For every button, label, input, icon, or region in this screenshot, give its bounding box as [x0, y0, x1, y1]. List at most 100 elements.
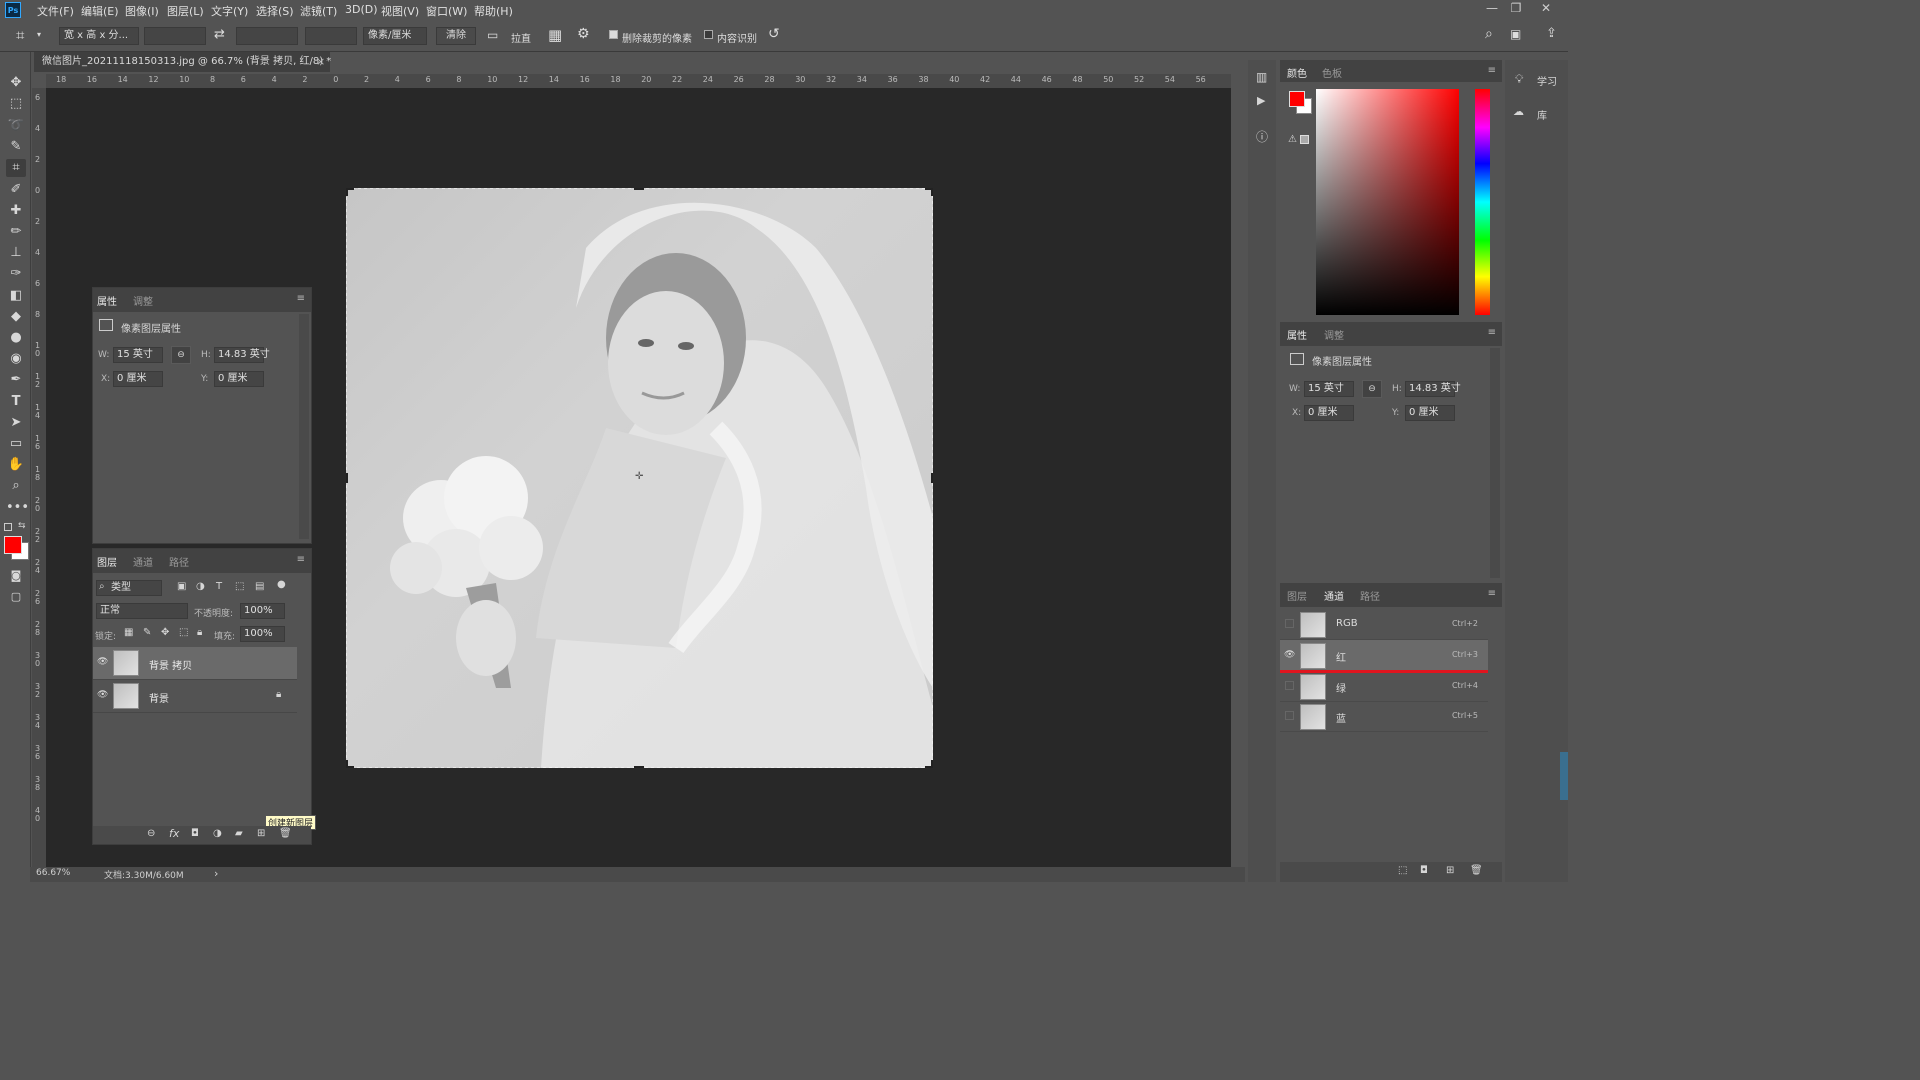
eyedropper-tool-icon[interactable]: ✐ — [6, 181, 26, 199]
actions-play-icon[interactable]: ▶ — [1257, 94, 1265, 107]
more-tools-icon[interactable]: ••• — [6, 499, 29, 517]
resolution-input[interactable] — [305, 27, 357, 45]
crop-handle-right[interactable] — [931, 473, 933, 483]
learn-label[interactable]: 学习 — [1537, 73, 1557, 88]
grid-overlay-icon[interactable]: ▦ — [548, 26, 562, 44]
lock-position-icon[interactable]: ✥ — [161, 627, 169, 638]
layer-name[interactable]: 背景 拷贝 — [149, 657, 192, 672]
path-selection-tool-icon[interactable]: ➤ — [6, 414, 26, 432]
menu-layer[interactable]: 图层(L) — [167, 3, 204, 19]
status-menu-arrow-icon[interactable]: › — [214, 867, 218, 880]
layer-filter-select[interactable]: 类型 — [96, 580, 162, 596]
y-field[interactable]: 0 厘米 — [214, 371, 264, 387]
cloud-library-icon[interactable]: ☁ — [1513, 105, 1524, 118]
lasso-tool-icon[interactable]: ➰ — [6, 117, 26, 135]
chevron-down-icon[interactable]: ▾ — [37, 30, 41, 39]
width-input[interactable] — [144, 27, 206, 45]
tab-layers[interactable]: 图层 — [97, 554, 117, 569]
crop-handle-top[interactable] — [634, 188, 644, 190]
properties-scrollbar[interactable] — [1490, 348, 1500, 578]
layer-name[interactable]: 背景 — [149, 690, 169, 705]
menu-window[interactable]: 窗口(W) — [426, 3, 467, 19]
filter-shape-icon[interactable]: ⬚ — [235, 581, 244, 592]
channel-row-green[interactable]: 绿 Ctrl+4 — [1280, 671, 1488, 702]
trash-icon[interactable]: 🗑︎ — [279, 828, 292, 839]
width-field[interactable]: 15 英寸 — [1304, 381, 1354, 397]
lock-transparent-icon[interactable]: ▦ — [124, 627, 133, 638]
new-group-icon[interactable]: ▰ — [235, 828, 243, 839]
foreground-color-swatch[interactable] — [1289, 91, 1305, 107]
menu-view[interactable]: 视图(V) — [381, 3, 419, 19]
crop-tool-preset-icon[interactable]: ⌗ — [16, 26, 24, 44]
height-field[interactable]: 14.83 英寸 — [1405, 381, 1461, 397]
hand-tool-icon[interactable]: ✋ — [6, 456, 26, 474]
menu-select[interactable]: 选择(S) — [256, 3, 294, 19]
layer-row-background[interactable]: 👁︎ 背景 🔒︎ — [93, 680, 297, 713]
units-select[interactable]: 像素/厘米 — [363, 27, 427, 45]
gamut-warning-icon[interactable]: ⚠ — [1288, 134, 1297, 145]
tab-adjustments[interactable]: 调整 — [133, 293, 153, 308]
fill-field[interactable]: 100% — [240, 626, 285, 642]
color-field[interactable] — [1316, 89, 1459, 315]
tab-channels[interactable]: 通道 — [133, 554, 153, 569]
panel-menu-icon[interactable]: ≡ — [1488, 327, 1496, 338]
panel-menu-icon[interactable]: ≡ — [1488, 65, 1496, 76]
history-icon[interactable]: ▥ — [1256, 70, 1267, 84]
foreground-color-swatch[interactable] — [4, 536, 22, 554]
opacity-field[interactable]: 100% — [240, 603, 285, 619]
blend-mode-select[interactable]: 正常 — [96, 603, 188, 619]
layer-row-background-copy[interactable]: 👁︎ 背景 拷贝 — [93, 647, 297, 680]
new-layer-icon[interactable]: ⊞ — [257, 828, 265, 839]
visibility-toggle[interactable] — [1285, 619, 1294, 628]
document-image[interactable]: ✛ — [346, 188, 933, 768]
channel-row-blue[interactable]: 蓝 Ctrl+5 — [1280, 701, 1488, 732]
paint-bucket-tool-icon[interactable]: ◆ — [6, 308, 26, 326]
link-layers-icon[interactable]: ⊖ — [147, 828, 155, 839]
restore-icon[interactable]: ❐ — [1506, 1, 1526, 15]
menu-image[interactable]: 图像(I) — [125, 3, 159, 19]
library-label[interactable]: 库 — [1537, 107, 1547, 122]
eraser-tool-icon[interactable]: ◧ — [6, 287, 26, 305]
trash-icon[interactable]: 🗑︎ — [1470, 865, 1483, 876]
x-field[interactable]: 0 厘米 — [113, 371, 163, 387]
hue-slider[interactable] — [1475, 89, 1490, 315]
menu-file[interactable]: 文件(F) — [37, 3, 74, 19]
y-field[interactable]: 0 厘米 — [1405, 405, 1455, 421]
lock-artboard-icon[interactable]: ⬚ — [179, 627, 188, 638]
rectangle-tool-icon[interactable]: ▭ — [6, 435, 26, 453]
crop-handle-top-right[interactable] — [925, 188, 933, 196]
close-window-icon[interactable]: ✕ — [1536, 1, 1556, 15]
workspace-icon[interactable]: ▣ — [1510, 27, 1521, 41]
x-field[interactable]: 0 厘米 — [1304, 405, 1354, 421]
crop-handle-bottom-left[interactable] — [346, 760, 354, 768]
close-icon[interactable]: × — [316, 55, 325, 68]
channel-row-red[interactable]: 👁︎ 红 Ctrl+3 — [1280, 640, 1488, 673]
crop-handle-bottom[interactable] — [634, 766, 644, 768]
eye-icon[interactable]: 👁︎ — [97, 690, 108, 700]
swap-icon[interactable]: ⇄ — [214, 27, 225, 42]
load-selection-icon[interactable]: ⬚ — [1398, 865, 1407, 876]
quick-select-tool-icon[interactable]: ✎ — [6, 138, 26, 156]
menu-help[interactable]: 帮助(H) — [474, 3, 513, 19]
link-icon[interactable]: ⊖ — [1362, 380, 1382, 398]
crop-handle-left[interactable] — [346, 473, 348, 483]
channel-row-rgb[interactable]: RGB Ctrl+2 — [1280, 609, 1488, 640]
clear-button[interactable]: 清除 — [436, 27, 476, 45]
tab-paths[interactable]: 路径 — [169, 554, 189, 569]
eye-icon[interactable]: 👁︎ — [1284, 650, 1295, 660]
history-brush-tool-icon[interactable]: ✑ — [6, 265, 26, 283]
menu-edit[interactable]: 编辑(E) — [81, 3, 119, 19]
swap-colors-icon[interactable]: ⇆ — [18, 521, 26, 531]
lock-all-icon[interactable]: 🔒︎ — [197, 627, 202, 638]
clone-stamp-tool-icon[interactable]: ⊥ — [6, 244, 26, 262]
tab-paths[interactable]: 路径 — [1360, 588, 1380, 603]
straighten-icon[interactable]: ▭ — [487, 28, 498, 42]
height-input[interactable] — [236, 27, 298, 45]
tab-layers[interactable]: 图层 — [1287, 588, 1307, 603]
default-colors-icon[interactable] — [4, 523, 12, 531]
visibility-toggle[interactable] — [1285, 681, 1294, 690]
panel-menu-icon[interactable]: ≡ — [1488, 588, 1496, 599]
search-icon[interactable]: ⌕ — [1485, 26, 1493, 42]
panel-menu-icon[interactable]: ≡ — [297, 554, 305, 565]
web-safe-icon[interactable] — [1300, 135, 1309, 144]
